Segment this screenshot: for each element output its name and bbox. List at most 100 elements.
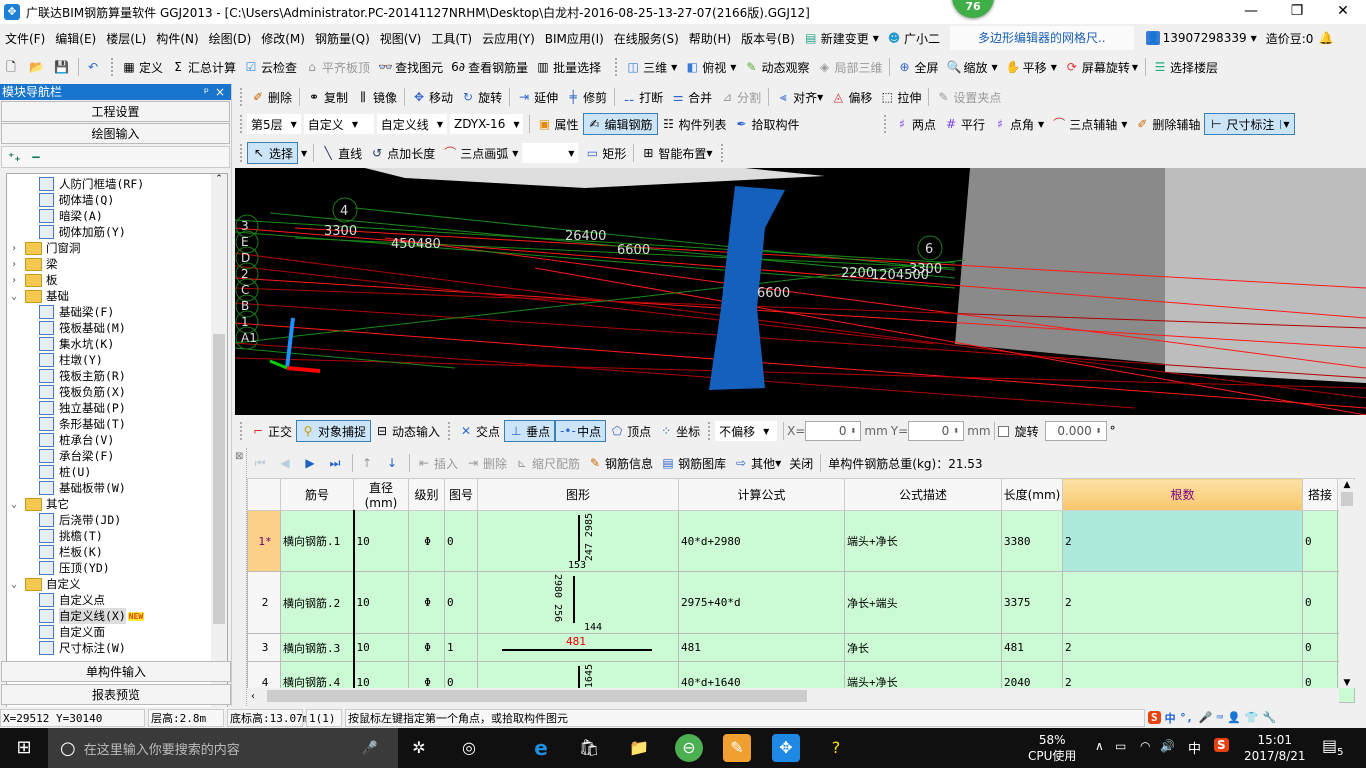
collapse-all-icon[interactable]: − (31, 150, 41, 164)
desc-cell[interactable]: 端头+净长 (844, 510, 1002, 572)
scroll-thumb[interactable] (213, 334, 225, 624)
menu-online[interactable]: 在线服务(S) (609, 30, 684, 47)
col-length[interactable]: 长度(mm) (1001, 478, 1063, 511)
start-windows-icon[interactable]: ⊞ (10, 734, 38, 762)
app-green-icon[interactable]: ⊖ (675, 734, 703, 762)
stretch-button[interactable]: ⬚ 拉伸 (876, 86, 925, 108)
lap-cell[interactable]: 0 (1302, 633, 1338, 662)
x-offset-input[interactable]: 0 ⬍ (805, 421, 862, 441)
lap-cell[interactable]: 0 (1302, 510, 1338, 572)
mirror-button[interactable]: ⫼ 镜像 (352, 86, 401, 108)
midpoint-snap[interactable]: -•- 中点 (555, 420, 607, 442)
ime-mode[interactable]: 中 (1165, 710, 1176, 726)
bar-name-cell[interactable]: 横向钢筋.3 (280, 633, 355, 662)
set-grip-button[interactable]: ✎ 设置夹点 (932, 86, 1005, 108)
col-formula-desc[interactable]: 公式描述 (844, 478, 1002, 511)
formula-cell[interactable]: 481 (678, 633, 845, 662)
row-number[interactable]: 3 (247, 633, 281, 662)
tree-item[interactable]: 桩(U) (39, 464, 91, 480)
delete-row-button[interactable]: ⇥ 删除 (462, 452, 511, 474)
assistant-button[interactable]: ☻ 广小二 (883, 27, 944, 49)
object-snap-toggle[interactable]: ⚲ 对象捕捉 (296, 420, 372, 442)
glodon-app-icon[interactable]: ✥ (772, 734, 800, 762)
fig-no-cell[interactable]: 0 (444, 571, 478, 634)
row-number[interactable]: 1* (247, 510, 281, 572)
tree-item[interactable]: 基础板带(W) (39, 480, 126, 496)
rectangle-tool-button[interactable]: ▭ 矩形 (581, 142, 630, 164)
three-point-arc-button[interactable]: ⌒ 三点画弧 ▼ (439, 142, 522, 164)
arc-option-select[interactable]: ▼ (522, 143, 579, 163)
scroll-left-icon[interactable]: ‹ (247, 691, 255, 702)
table-row[interactable]: 1* 横向钢筋.1 10 Φ 0 247 2985 153 40*d+2980 端头+净长 338… (247, 510, 1355, 572)
col-formula[interactable]: 计算公式 (678, 478, 845, 511)
grade-cell[interactable]: Φ (408, 510, 445, 572)
wrench-icon[interactable]: 🔧 (1263, 711, 1277, 724)
top-view-button[interactable]: ◧ 俯视 ▼ (681, 56, 740, 78)
fig-no-cell[interactable]: 0 (444, 510, 478, 572)
local-3d-button[interactable]: ◈ 局部三维 (813, 56, 886, 78)
dynamic-input-toggle[interactable]: ⊟ 动态输入 (371, 420, 444, 442)
tree-item[interactable]: 桩承台(V) (39, 432, 114, 448)
type-select[interactable]: 自定义线 ▼ (376, 114, 447, 134)
tree-item[interactable]: 条形基础(T) (39, 416, 126, 432)
help-app-icon[interactable]: ? (822, 734, 850, 762)
split-button[interactable]: ⊿ 分割 (716, 86, 765, 108)
col-diameter[interactable]: 直径(mm) (353, 478, 409, 511)
count-cell[interactable]: 2 (1062, 571, 1303, 634)
tree-item[interactable]: 后浇带(JD) (39, 512, 121, 528)
chevron-down-icon[interactable]: ⌄ (11, 579, 23, 590)
score-badge[interactable]: 76 (952, 0, 994, 18)
col-bar-no[interactable]: 筋号 (280, 478, 354, 511)
lap-cell[interactable]: 0 (1302, 571, 1338, 634)
break-button[interactable]: ⚋ 打断 (618, 86, 667, 108)
parallel-axis-button[interactable]: # 平行 (940, 113, 989, 135)
report-preview-button[interactable]: 报表预览 (1, 684, 231, 705)
pin-icon[interactable]: ᵖ (204, 84, 209, 100)
menu-floor[interactable]: 楼层(L) (101, 30, 151, 47)
tree-item[interactable]: 独立基础(P) (39, 400, 126, 416)
menu-tools[interactable]: 工具(T) (426, 30, 477, 47)
taskbar-search[interactable]: ○ 在这里输入你要搜索的内容 🎤 (48, 728, 398, 768)
properties-button[interactable]: ▣ 属性 (533, 113, 582, 135)
other-button[interactable]: ⇨ 其他 ▼ (730, 452, 785, 474)
tree-item[interactable]: 栏板(K) (39, 544, 103, 560)
bar-name-cell[interactable]: 横向钢筋.2 (280, 571, 355, 634)
merge-button[interactable]: ⚌ 合并 (667, 86, 716, 108)
tree-folder[interactable]: › 板 (11, 272, 58, 288)
3d-viewport[interactable]: 4 3300 450 480 26400 6600 6 3300 6600 22… (235, 168, 1366, 415)
tree-item[interactable]: 尺寸标注(W) (39, 640, 126, 656)
menu-draw[interactable]: 绘图(D) (204, 30, 257, 47)
table-row[interactable]: 2 横向钢筋.2 10 Φ 0 2980 256 144 2975+40*d 净长+端头 3375… (247, 571, 1355, 634)
menu-modify[interactable]: 修改(M) (256, 30, 310, 47)
find-element-button[interactable]: 👓 查找图元 (374, 56, 447, 78)
open-button[interactable]: 📂 (25, 56, 50, 78)
close-rebar-button[interactable]: 关闭 (785, 452, 817, 474)
account-button[interactable]: 👤 13907298339 ▼ (1142, 27, 1261, 49)
chevron-right-icon[interactable]: › (11, 259, 23, 270)
project-settings-button[interactable]: 工程设置 (1, 101, 230, 122)
fullscreen-button[interactable]: ⊕ 全屏 (893, 56, 942, 78)
tree-item[interactable]: 砌体加筋(Y) (39, 224, 126, 240)
tree-folder[interactable]: ⌄ 其它 (11, 496, 69, 512)
rotate-button[interactable]: ↻ 旋转 (457, 86, 506, 108)
notes-app-icon[interactable]: ✎ (723, 734, 751, 762)
grade-cell[interactable]: Φ (408, 633, 445, 662)
col-fig-no[interactable]: 图号 (444, 478, 478, 511)
menu-version[interactable]: 版本号(B) (736, 30, 800, 47)
pick-component-button[interactable]: ✒ 拾取构件 (731, 113, 804, 135)
volume-icon[interactable]: 🔊 (1160, 739, 1175, 753)
tree-folder[interactable]: ⌄ 自定义 (11, 576, 81, 592)
tree-item[interactable]: 筏板负筋(X) (39, 384, 126, 400)
tree-item[interactable]: 筏板主筋(R) (39, 368, 126, 384)
menu-cloud[interactable]: 云应用(Y) (477, 30, 540, 47)
zoom-button[interactable]: 🔍 缩放 ▼ (943, 56, 1002, 78)
diameter-cell[interactable]: 10 (353, 633, 409, 662)
menu-view[interactable]: 视图(V) (375, 30, 427, 47)
expand-all-icon[interactable]: ⁺₊ (8, 150, 21, 164)
delete-button[interactable]: ✐ 删除 (247, 86, 296, 108)
shape-cell[interactable]: 247 2985 153 (477, 510, 679, 572)
select-tool-button[interactable]: ↖ 选择 (247, 142, 299, 164)
sogou-ime-icon[interactable]: S (1148, 711, 1161, 724)
store-icon[interactable]: 🛍 (575, 734, 603, 762)
summary-calc-button[interactable]: Σ 汇总计算 (167, 56, 240, 78)
